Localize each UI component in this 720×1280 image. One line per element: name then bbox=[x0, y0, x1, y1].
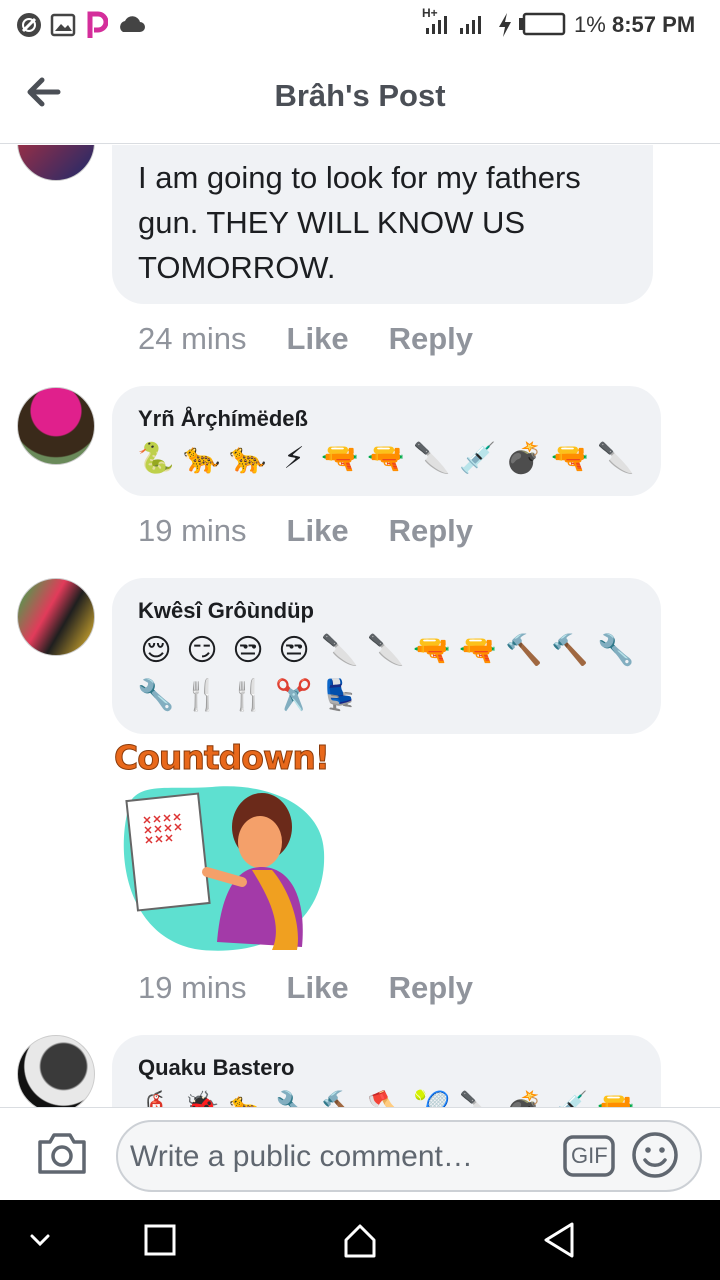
avatar[interactable] bbox=[17, 387, 95, 465]
sticker-title: Countdown! bbox=[114, 738, 331, 778]
page-title: Brâh's Post bbox=[274, 78, 446, 113]
comment-bubble[interactable]: Quaku Bastero 🧯🐞🐆🔧🔨🪓🎾🔪💣💉🔫 bbox=[112, 1035, 661, 1107]
comment-author[interactable]: Yrñ Årçhímëdeß bbox=[138, 406, 308, 432]
status-bar: H+ 1% 8:57 PM bbox=[0, 0, 720, 50]
camera-icon[interactable] bbox=[36, 1130, 88, 1176]
comment-time: 24 mins bbox=[138, 321, 247, 356]
avatar[interactable] bbox=[17, 578, 95, 656]
comment-meta: 19 mins Like Reply bbox=[138, 970, 473, 1006]
like-button[interactable]: Like bbox=[287, 513, 349, 549]
emoji-row: 🧯🐞🐆🔧🔨🪓🎾🔪💣💉🔫 bbox=[136, 1088, 636, 1107]
system-nav-bar bbox=[0, 1200, 720, 1280]
comment-author[interactable]: Kwêsî Grôùndüp bbox=[138, 598, 314, 624]
avatar[interactable] bbox=[17, 145, 95, 181]
post-header: Brâh's Post bbox=[0, 50, 720, 144]
comment-time: 19 mins bbox=[138, 513, 247, 548]
like-button[interactable]: Like bbox=[287, 970, 349, 1006]
emoji-row: 🔧 🍴 🍴 ✂️ 💺 bbox=[137, 679, 359, 712]
chevron-down-icon[interactable] bbox=[20, 1220, 60, 1260]
home-icon[interactable] bbox=[340, 1220, 380, 1260]
smiley-icon[interactable] bbox=[630, 1130, 680, 1180]
comment-bubble[interactable]: I am going to look for my fathers gun. T… bbox=[112, 145, 653, 304]
back-triangle-icon[interactable] bbox=[540, 1220, 580, 1260]
comments-feed[interactable]: I am going to look for my fathers gun. T… bbox=[0, 145, 720, 1107]
reply-button[interactable]: Reply bbox=[389, 970, 473, 1006]
image-icon bbox=[50, 13, 76, 37]
emoji-row: 😌 😏 😒 😒 🔪 🔪 🔫 🔫 🔨 🔨 🔧 bbox=[140, 634, 635, 667]
cloud-icon bbox=[120, 16, 145, 32]
comment-bubble[interactable]: Yrñ Årçhímëdeß 🐍 🐆 🐆 ⚡ 🔫 🔫 🔪 💉 💣 🔫 🔪 bbox=[112, 386, 661, 496]
reply-button[interactable]: Reply bbox=[389, 513, 473, 549]
avatar[interactable] bbox=[17, 1035, 95, 1107]
gif-label: GIF bbox=[571, 1143, 608, 1168]
like-button[interactable]: Like bbox=[287, 321, 349, 357]
comment-meta: 24 mins Like Reply bbox=[138, 321, 473, 357]
picsart-icon bbox=[87, 11, 108, 38]
clock-time: 8:57 PM bbox=[612, 12, 696, 37]
comment-bubble[interactable]: Kwêsî Grôùndüp 😌 😏 😒 😒 🔪 🔪 🔫 🔫 🔨 🔨 🔧 🔧 🍴 🍴 ✂️ 💺 bbox=[112, 578, 661, 734]
comment-meta: 19 mins Like Reply bbox=[138, 513, 473, 549]
battery-percent: 1% bbox=[574, 12, 606, 37]
comment-text: I am going to look for my fathers gun. T… bbox=[138, 160, 581, 285]
gif-button[interactable]: GIF bbox=[562, 1132, 616, 1180]
charging-icon bbox=[499, 13, 511, 37]
reply-button[interactable]: Reply bbox=[389, 321, 473, 357]
battery-icon bbox=[519, 12, 566, 36]
signal-icon bbox=[426, 16, 481, 34]
comment-composer: GIF bbox=[0, 1107, 720, 1200]
blocked-icon bbox=[17, 13, 41, 37]
comment-input-box[interactable]: GIF bbox=[116, 1120, 702, 1192]
comment-input[interactable] bbox=[130, 1134, 550, 1180]
countdown-sticker[interactable]: Countdown! bbox=[112, 738, 332, 957]
comment-time: 19 mins bbox=[138, 970, 247, 1005]
recents-square-icon[interactable] bbox=[140, 1220, 180, 1260]
emoji-row: 🐍 🐆 🐆 ⚡ 🔫 🔫 🔪 💉 💣 🔫 🔪 bbox=[137, 442, 635, 475]
comment-author[interactable]: Quaku Bastero bbox=[138, 1055, 295, 1081]
